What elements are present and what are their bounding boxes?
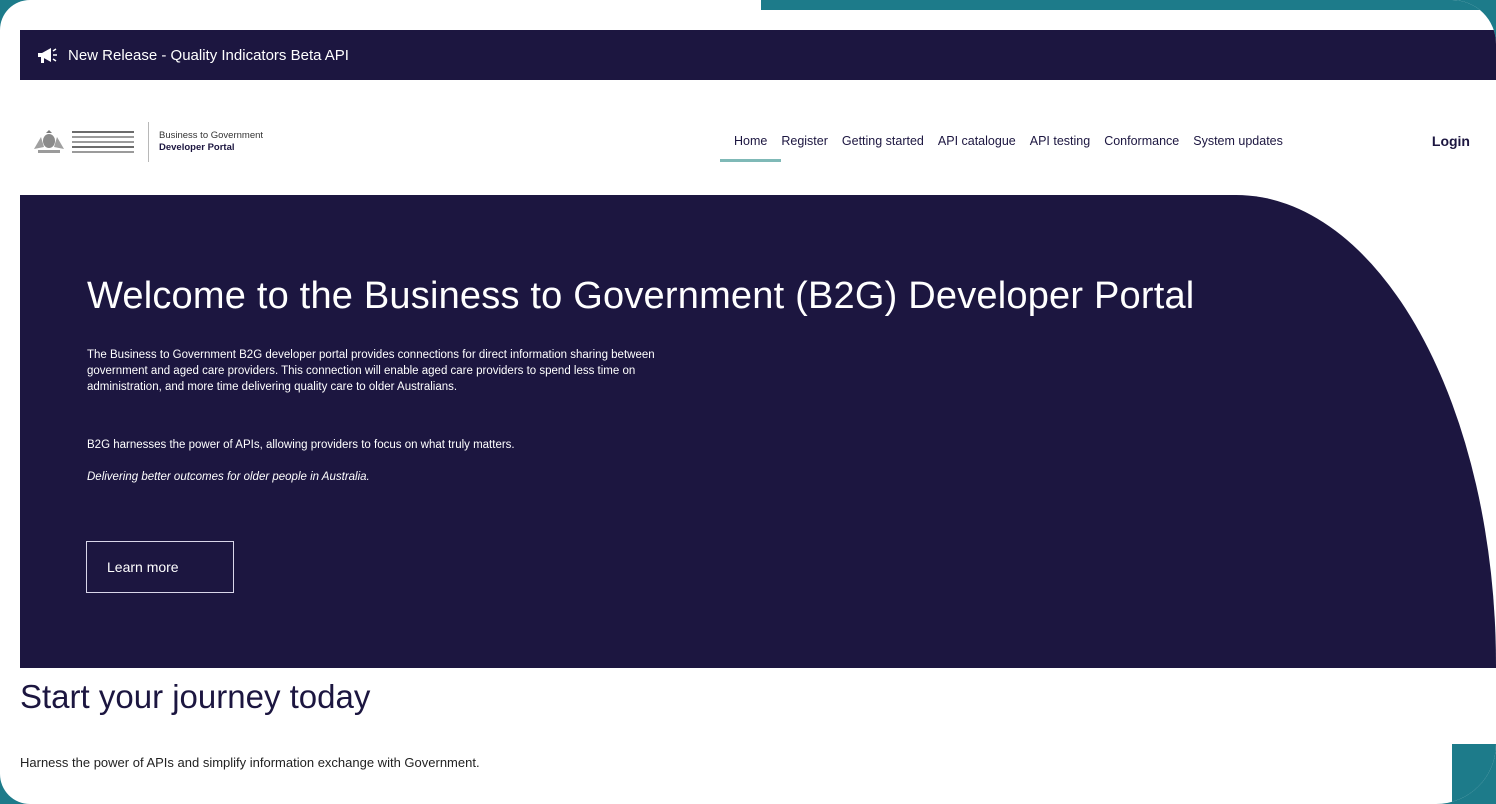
learn-more-button[interactable]: Learn more [86,541,234,593]
frame-corner [1452,744,1496,804]
hero-apis-text: B2G harnesses the power of APIs, allowin… [87,439,515,451]
journey-heading: Start your journey today [20,678,371,715]
journey-text: Harness the power of APIs and simplify i… [20,755,480,770]
frame-edge [761,0,1496,10]
logo-divider [148,122,149,162]
government-wordmark [72,131,134,153]
hero-description: The Business to Government B2G developer… [87,349,655,393]
nav-getting-started[interactable]: Getting started [835,122,931,162]
nav-home[interactable]: Home [719,122,782,162]
portal-name-line2: Developer Portal [159,142,235,153]
coat-of-arms-icon [34,130,64,153]
browser-frame: New Release - Quality Indicators Beta AP… [0,0,1496,804]
nav-api-testing[interactable]: API testing [1023,122,1097,162]
hero-banner: Welcome to the Business to Government (B… [20,195,1496,668]
site-header: Business to Government Developer Portal … [20,80,1496,195]
portal-name: Business to Government Developer Portal [159,130,263,154]
main-nav: Home Register Getting started API catalo… [719,122,1290,162]
announcement-text[interactable]: New Release - Quality Indicators Beta AP… [68,47,349,64]
login-link[interactable]: Login [1432,133,1470,149]
portal-name-line1: Business to Government [159,130,264,141]
nav-register[interactable]: Register [774,122,835,162]
site-logo[interactable]: Business to Government Developer Portal [32,122,263,162]
nav-system-updates[interactable]: System updates [1186,122,1290,162]
hero-title: Welcome to the Business to Government (B… [87,275,1195,317]
megaphone-icon [38,48,57,63]
announcement-bar[interactable]: New Release - Quality Indicators Beta AP… [20,30,1496,80]
nav-conformance[interactable]: Conformance [1097,122,1186,162]
nav-api-catalogue[interactable]: API catalogue [931,122,1023,162]
hero-tagline: Delivering better outcomes for older peo… [87,471,370,483]
